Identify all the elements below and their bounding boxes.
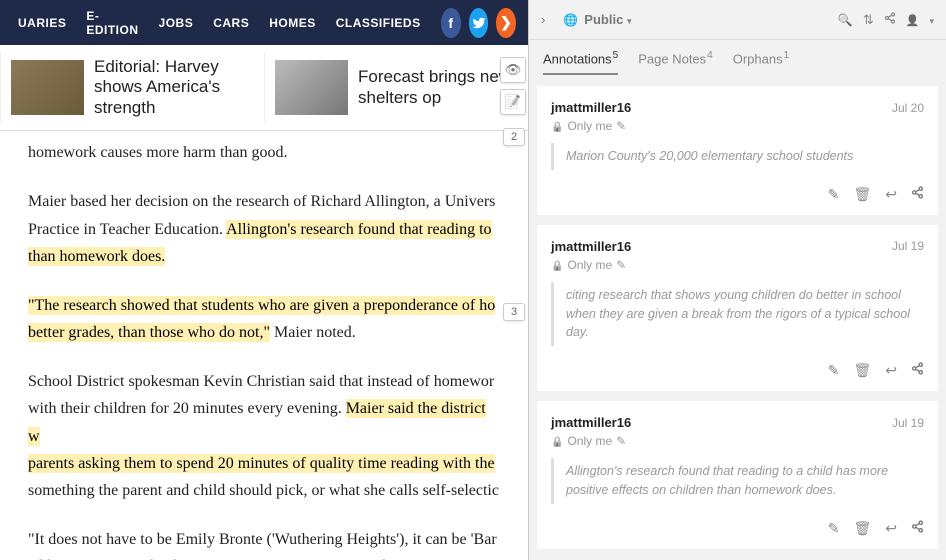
search-icon[interactable] (838, 12, 853, 27)
nav-item[interactable]: E-EDITION (76, 9, 148, 37)
annotation-privacy[interactable]: Only me (551, 434, 924, 448)
annotation-card: jmattmiller16 Jul 20 Only me Marion Coun… (537, 86, 938, 215)
edit-privacy-icon (616, 119, 626, 133)
share-icon[interactable] (911, 362, 924, 379)
facebook-icon[interactable]: f (441, 8, 461, 38)
nav-item[interactable]: CARS (203, 16, 259, 30)
edit-icon[interactable] (828, 362, 840, 379)
lock-icon (551, 119, 563, 133)
story-carousel: Editorial: Harvey shows America's streng… (0, 45, 528, 131)
highlight[interactable]: parents asking them to spend 20 minutes … (28, 454, 495, 473)
article-text: Maier based her decision on the research… (28, 193, 495, 210)
article-text: Practice in Teacher Education. (28, 221, 226, 238)
scope-selector[interactable]: Public (584, 12, 631, 27)
story-card[interactable]: Editorial: Harvey shows America's streng… (0, 53, 264, 122)
article-text: homework causes more harm than good. (28, 144, 287, 161)
annotations-list: jmattmiller16 Jul 20 Only me Marion Coun… (529, 76, 946, 560)
annotation-privacy[interactable]: Only me (551, 258, 924, 272)
article-text: with their children for 20 minutes every… (28, 400, 346, 417)
annotation-date: Jul 19 (892, 416, 924, 430)
annotation-quote: Marion County's 20,000 elementary school… (551, 143, 924, 170)
article-body: homework causes more harm than good. Mai… (0, 131, 528, 560)
annotation-count-badge[interactable]: 3 (503, 303, 525, 321)
note-icon (505, 94, 521, 110)
tab-count: 4 (707, 50, 713, 61)
story-thumbnail (275, 60, 348, 115)
trash-icon[interactable] (853, 362, 871, 379)
annotation-card: jmattmiller16 Jul 19 Only me Allington's… (537, 401, 938, 549)
collapse-icon[interactable] (541, 12, 545, 27)
article-text: something the parent and child should pi… (28, 482, 499, 499)
annotation-author[interactable]: jmattmiller16 (551, 239, 631, 254)
globe-icon (563, 12, 578, 27)
nav-item[interactable]: CLASSIFIEDS (326, 16, 431, 30)
annotation-card: jmattmiller16 Jul 19 Only me citing rese… (537, 225, 938, 391)
nav-item[interactable]: UARIES (8, 16, 76, 30)
lock-icon (551, 434, 563, 448)
notes-toggle[interactable] (500, 89, 526, 115)
panel-header: Public (529, 0, 946, 40)
annotation-date: Jul 19 (892, 239, 924, 253)
annotation-actions (551, 516, 924, 541)
sort-icon[interactable] (863, 12, 874, 28)
share-icon[interactable] (911, 520, 924, 537)
edit-privacy-icon (616, 434, 626, 448)
trash-icon[interactable] (853, 520, 871, 537)
eye-icon (505, 62, 522, 78)
edit-icon[interactable] (828, 186, 840, 203)
article-text: School District spokesman Kevin Christia… (28, 373, 494, 390)
annotation-count-badge[interactable]: 2 (503, 128, 525, 146)
rss-icon[interactable]: ❯ (496, 8, 516, 38)
reply-icon[interactable] (885, 520, 897, 537)
highlight[interactable]: better grades, than those who do not," (28, 323, 270, 342)
tab-orphans[interactable]: Orphans1 (733, 42, 789, 74)
highlight[interactable]: Allington's research found that reading … (226, 220, 491, 239)
annotations-panel: Public Annotations5 Page Notes4 Orphans1 (528, 0, 946, 560)
highlight[interactable]: than homework does. (28, 247, 165, 266)
user-icon[interactable] (906, 12, 920, 27)
article-text: "It does not have to be Emily Bronte ('W… (28, 531, 497, 548)
edit-icon[interactable] (828, 520, 840, 537)
reply-icon[interactable] (885, 362, 897, 379)
story-card[interactable]: Forecast brings new shelters op (264, 53, 528, 122)
annotation-privacy[interactable]: Only me (551, 119, 924, 133)
tab-count: 5 (613, 50, 619, 61)
article-text: Maier noted. (270, 324, 356, 341)
nav-item[interactable]: HOMES (259, 16, 326, 30)
annotation-date: Jul 20 (892, 101, 924, 115)
annotation-actions (551, 358, 924, 383)
caret-down-icon (627, 12, 632, 27)
annotation-quote: Allington's research found that reading … (551, 458, 924, 504)
annotation-author[interactable]: jmattmiller16 (551, 100, 631, 115)
menu-caret-icon[interactable] (929, 12, 934, 27)
tab-page-notes[interactable]: Page Notes4 (638, 42, 713, 74)
annotation-actions (551, 182, 924, 207)
annotation-author[interactable]: jmattmiller16 (551, 415, 631, 430)
lock-icon (551, 258, 563, 272)
story-thumbnail (11, 60, 84, 115)
tab-annotations[interactable]: Annotations5 (543, 42, 618, 74)
nav-item[interactable]: JOBS (149, 16, 204, 30)
visibility-toggle[interactable] (500, 57, 526, 83)
panel-tabs: Annotations5 Page Notes4 Orphans1 (529, 40, 946, 76)
reply-icon[interactable] (885, 186, 897, 203)
twitter-icon[interactable] (469, 8, 489, 38)
annotation-quote: citing research that shows young childre… (551, 282, 924, 346)
trash-icon[interactable] (853, 186, 871, 203)
top-nav: UARIES E-EDITION JOBS CARS HOMES CLASSIF… (0, 0, 528, 45)
edit-privacy-icon (616, 258, 626, 272)
story-title: Editorial: Harvey shows America's streng… (94, 57, 254, 118)
share-icon[interactable] (911, 186, 924, 203)
highlight[interactable]: "The research showed that students who a… (28, 296, 495, 315)
tab-count: 1 (784, 50, 790, 61)
share-icon[interactable] (884, 12, 896, 27)
story-title: Forecast brings new shelters op (358, 67, 518, 108)
